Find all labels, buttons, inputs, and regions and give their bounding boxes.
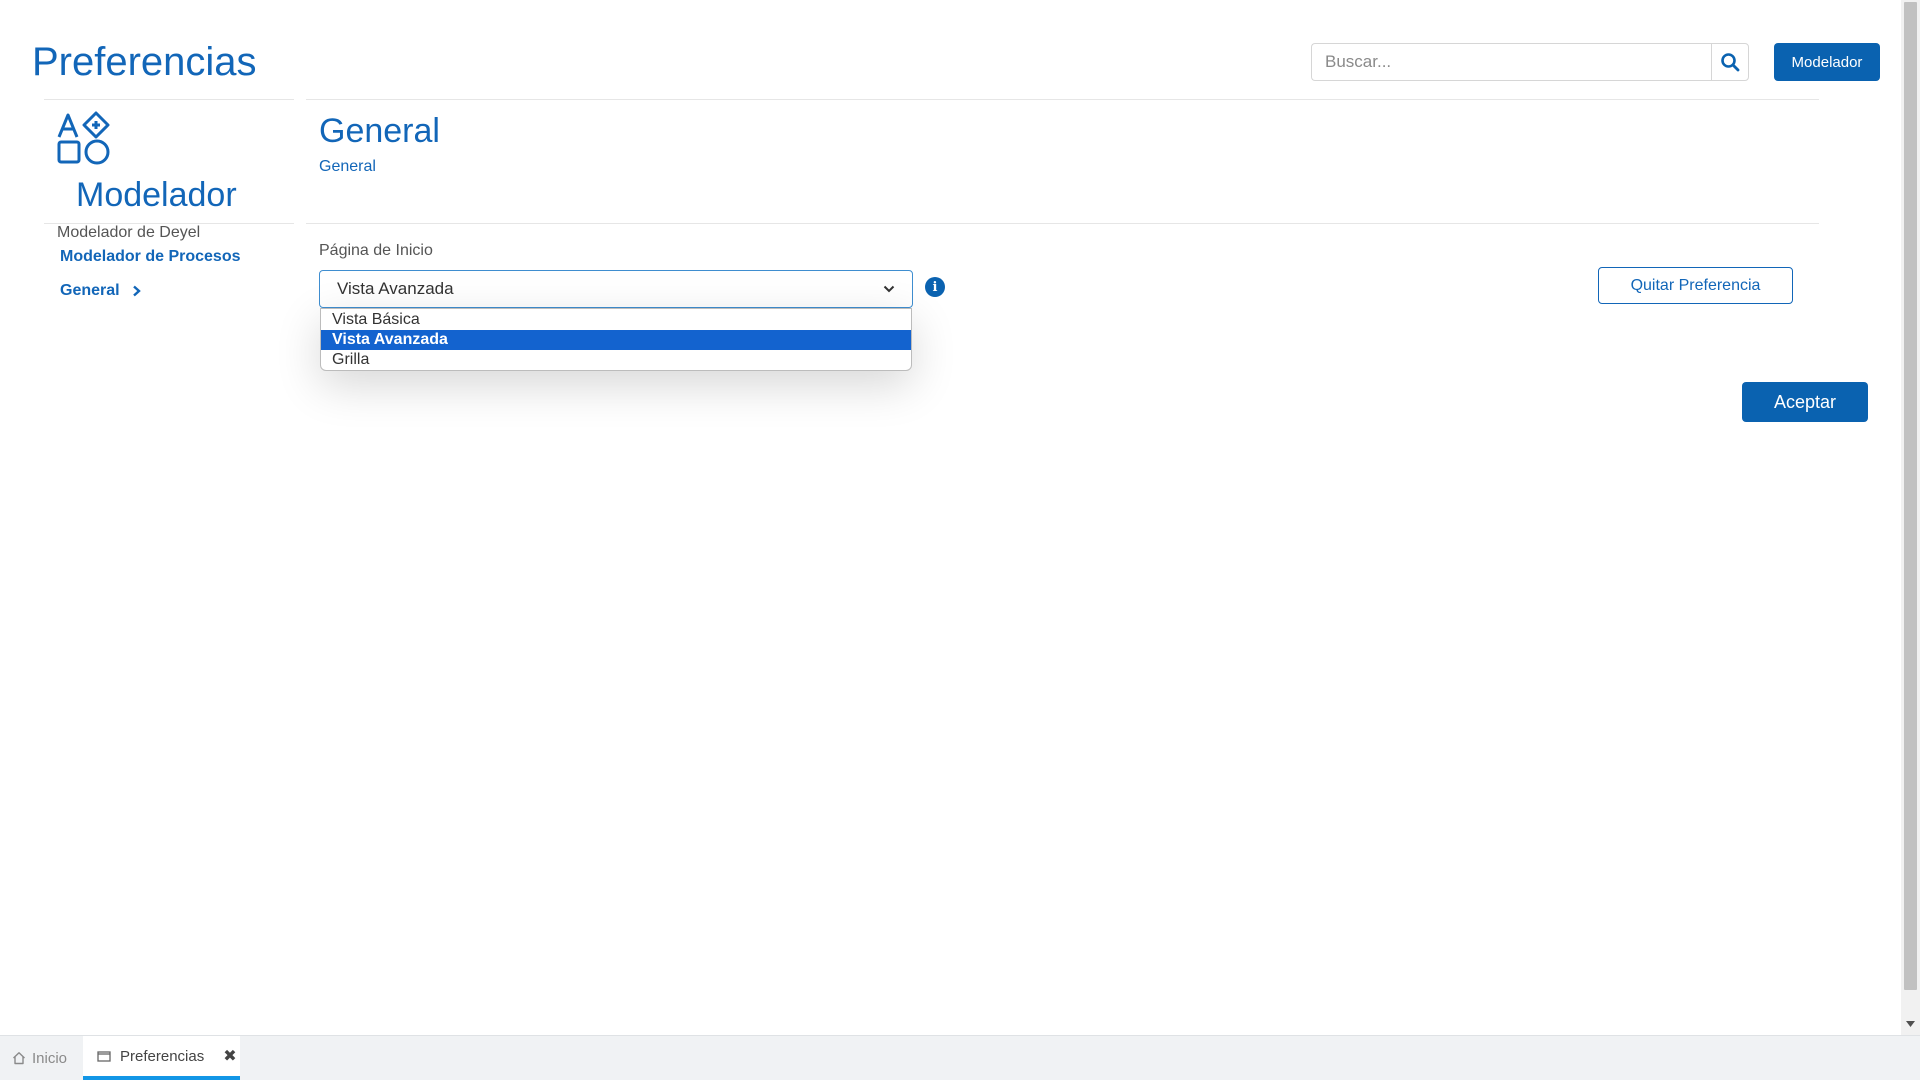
scroll-down-button[interactable] xyxy=(1901,1014,1920,1034)
select-dropdown: Vista Básica Vista Avanzada Grilla xyxy=(320,308,912,371)
search-button[interactable] xyxy=(1711,43,1749,81)
tab-preferencias[interactable]: Preferencias ✖ xyxy=(83,1036,240,1080)
page-title: Preferencias xyxy=(32,40,257,84)
info-icon[interactable]: i xyxy=(925,277,945,297)
option-grilla[interactable]: Grilla xyxy=(321,350,911,370)
tab-label: Inicio xyxy=(32,1049,68,1067)
scroll-thumb[interactable] xyxy=(1904,2,1917,990)
window-icon xyxy=(97,1050,111,1062)
chevron-right-icon xyxy=(132,285,141,297)
sidebar-subtitle: Modelador de Deyel xyxy=(57,224,201,241)
option-vista-avanzada[interactable]: Vista Avanzada xyxy=(321,330,911,350)
sidebar-item-label: General xyxy=(60,282,120,299)
close-icon[interactable]: ✖ xyxy=(223,1046,236,1066)
sidebar-link-procesos[interactable]: Modelador de Procesos xyxy=(60,248,241,266)
tab-bar: Inicio Preferencias ✖ xyxy=(0,1035,1920,1080)
header-divider-left xyxy=(44,99,294,100)
search-bar xyxy=(1311,43,1749,81)
option-vista-basica[interactable]: Vista Básica xyxy=(321,310,911,330)
sidebar-title: Modelador xyxy=(76,176,237,214)
chevron-down-icon xyxy=(883,285,895,293)
pagina-inicio-select[interactable]: Vista Avanzada xyxy=(319,270,913,308)
breadcrumb[interactable]: General xyxy=(319,158,376,176)
quitar-preferencia-button[interactable]: Quitar Preferencia xyxy=(1598,267,1793,304)
sidebar-item-general[interactable]: General xyxy=(60,282,141,300)
section-divider xyxy=(306,223,1819,224)
tab-inicio[interactable]: Inicio xyxy=(0,1036,82,1080)
select-value: Vista Avanzada xyxy=(337,279,454,298)
modelador-button[interactable]: Modelador xyxy=(1774,43,1880,81)
scrollbar[interactable] xyxy=(1901,0,1920,1035)
header-divider-right xyxy=(306,99,1819,100)
section-title: General xyxy=(319,112,440,150)
search-icon xyxy=(1721,53,1740,72)
search-input[interactable] xyxy=(1311,43,1711,81)
shapes-icon xyxy=(57,111,110,165)
arrow-down-icon xyxy=(1906,1021,1915,1027)
field-label-pagina-inicio: Página de Inicio xyxy=(319,242,433,259)
tab-label: Preferencias xyxy=(120,1047,205,1065)
home-icon xyxy=(13,1052,25,1065)
aceptar-button[interactable]: Aceptar xyxy=(1742,382,1868,422)
